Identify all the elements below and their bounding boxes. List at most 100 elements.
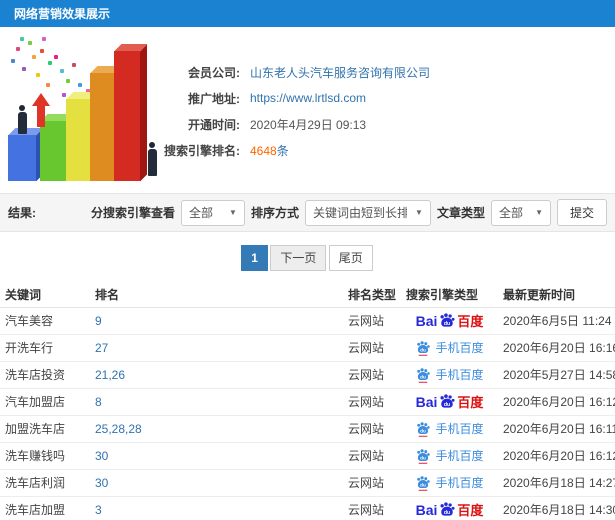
mobile-baidu-logo: du 手机百度 xyxy=(415,474,484,491)
svg-text:du: du xyxy=(444,401,450,407)
member-company-link[interactable]: 山东老人头汽车服务咨询有限公司 xyxy=(250,64,430,81)
engine-cell: du 手机百度 xyxy=(401,415,498,443)
mobile-baidu-paw-icon: du xyxy=(415,448,431,464)
mobile-baidu-paw-icon: du xyxy=(415,475,431,491)
mobile-baidu-paw-icon: du xyxy=(415,340,431,356)
open-time-label: 开通时间: xyxy=(188,117,240,132)
sort-select[interactable]: 关键词由短到长排序 ▼ xyxy=(304,199,431,226)
svg-text:du: du xyxy=(444,320,450,326)
bar-red xyxy=(114,51,140,181)
updated-header: 最新更新时间 xyxy=(498,283,615,308)
article-type-select[interactable]: 全部 ▼ xyxy=(490,199,551,226)
updated-cell: 2020年6月18日 14:30 xyxy=(498,496,615,520)
updated-cell: 2020年6月5日 11:24 xyxy=(498,307,615,335)
mobile-baidu-paw-icon: du xyxy=(415,367,431,383)
bar-green xyxy=(40,121,66,181)
mobile-baidu-logo: du 手机百度 xyxy=(415,447,484,464)
baidu-logo: Bai du 百度 xyxy=(415,393,484,411)
table-row: 加盟洗车店 25,28,28 云网站 du 手机百度 2020年6月20日 16:… xyxy=(0,415,615,443)
engine-filter-label: 分搜索引擎查看 xyxy=(90,206,175,220)
up-arrow-icon xyxy=(32,93,50,127)
info-section: 会员公司: 山东老人头汽车服务咨询有限公司 推广地址: https://www.… xyxy=(0,27,615,193)
next-page-button[interactable]: 下一页 xyxy=(270,245,327,271)
businessman-figure-left xyxy=(16,105,28,135)
table-row: 开洗车行 27 云网站 du 手机百度 2020年6月20日 16:16 xyxy=(0,334,615,362)
keyword-header: 关键词 xyxy=(0,283,90,308)
engine-cell: du 手机百度 xyxy=(401,334,498,362)
app-header: 网络营销效果展示 xyxy=(0,0,615,27)
updated-cell: 2020年6月20日 16:12 xyxy=(498,388,615,416)
page-1-button[interactable]: 1 xyxy=(241,245,268,271)
engine-cell: du 手机百度 xyxy=(401,361,498,389)
promo-url-link[interactable]: https://www.lrtlsd.com xyxy=(250,91,366,105)
rank-type-cell: 云网站 xyxy=(343,361,401,389)
rank-cell[interactable]: 3 xyxy=(90,496,343,520)
submit-button[interactable]: 提交 xyxy=(556,199,607,226)
updated-cell: 2020年6月20日 16:16 xyxy=(498,334,615,362)
rank-cell[interactable]: 21,26 xyxy=(90,361,343,389)
open-time-row: 开通时间: 2020年4月29日 09:13 xyxy=(150,111,430,137)
svg-text:du: du xyxy=(421,455,427,460)
engine-cell: du 手机百度 xyxy=(401,469,498,497)
filter-bar: 结果: 分搜索引擎查看 全部 ▼ 排序方式 关键词由短到长排序 ▼ 文章类型 全… xyxy=(0,193,615,232)
engine-cell: du 手机百度 xyxy=(401,442,498,470)
keyword-cell: 洗车店加盟 xyxy=(0,496,90,520)
bar-yellow xyxy=(66,99,91,181)
page-title: 网络营销效果展示 xyxy=(14,7,111,21)
baidu-paw-icon: du xyxy=(438,393,456,411)
rank-type-cell: 云网站 xyxy=(343,469,401,497)
ranking-count-label: 搜索引擎排名: xyxy=(164,143,240,158)
rank-cell[interactable]: 30 xyxy=(90,469,343,497)
rank-type-header: 排名类型 xyxy=(343,283,401,308)
updated-cell: 2020年6月20日 16:12 xyxy=(498,442,615,470)
rank-cell[interactable]: 9 xyxy=(90,307,343,335)
mobile-baidu-logo: du 手机百度 xyxy=(415,420,484,437)
table-header-row: 关键词 排名 排名类型 搜索引擎类型 最新更新时间 xyxy=(0,283,615,308)
rank-type-cell: 云网站 xyxy=(343,442,401,470)
keyword-cell: 洗车店利润 xyxy=(0,469,90,497)
marketing-chart-illustration xyxy=(2,31,168,189)
engine-type-header: 搜索引擎类型 xyxy=(401,283,498,308)
member-company-row: 会员公司: 山东老人头汽车服务咨询有限公司 xyxy=(150,59,430,85)
confetti-dots xyxy=(2,31,6,35)
engine-cell: Bai du 百度 xyxy=(401,307,498,335)
chevron-down-icon: ▼ xyxy=(415,208,423,217)
ranking-count-row: 搜索引擎排名: 4648条 xyxy=(150,137,430,163)
sort-label: 排序方式 xyxy=(250,206,299,220)
results-table: 关键词 排名 排名类型 搜索引擎类型 最新更新时间 汽车美容 9 云网站 Bai… xyxy=(0,283,615,520)
keyword-cell: 加盟洗车店 xyxy=(0,415,90,443)
table-row: 洗车店利润 30 云网站 du 手机百度 2020年6月18日 14:27 xyxy=(0,469,615,497)
last-page-button[interactable]: 尾页 xyxy=(328,245,373,271)
svg-text:du: du xyxy=(421,482,427,487)
chevron-down-icon: ▼ xyxy=(535,208,543,217)
rank-type-cell: 云网站 xyxy=(343,307,401,335)
updated-cell: 2020年6月20日 16:11 xyxy=(498,415,615,443)
engine-cell: Bai du 百度 xyxy=(401,496,498,520)
baidu-logo: Bai du 百度 xyxy=(415,312,484,330)
promo-url-row: 推广地址: https://www.lrtlsd.com xyxy=(150,85,430,111)
keyword-cell: 汽车加盟店 xyxy=(0,388,90,416)
rank-header: 排名 xyxy=(90,283,343,308)
bar-blue xyxy=(8,135,36,181)
engine-filter-select[interactable]: 全部 ▼ xyxy=(180,199,245,226)
baidu-paw-icon: du xyxy=(438,312,456,330)
baidu-logo: Bai du 百度 xyxy=(415,501,484,519)
rank-cell[interactable]: 27 xyxy=(90,334,343,362)
keyword-cell: 洗车赚钱吗 xyxy=(0,442,90,470)
rank-cell[interactable]: 25,28,28 xyxy=(90,415,343,443)
rank-type-cell: 云网站 xyxy=(343,415,401,443)
svg-text:du: du xyxy=(421,428,427,433)
bar-orange xyxy=(90,73,115,181)
promo-url-label: 推广地址: xyxy=(188,91,240,106)
mobile-baidu-logo: du 手机百度 xyxy=(415,366,484,383)
keyword-cell: 洗车店投资 xyxy=(0,361,90,389)
svg-text:du: du xyxy=(421,374,427,379)
rank-cell[interactable]: 8 xyxy=(90,388,343,416)
rank-cell[interactable]: 30 xyxy=(90,442,343,470)
company-info: 会员公司: 山东老人头汽车服务咨询有限公司 推广地址: https://www.… xyxy=(150,59,430,163)
result-label: 结果: xyxy=(8,206,36,220)
open-time-value: 2020年4月29日 09:13 xyxy=(250,117,367,132)
svg-text:du: du xyxy=(421,347,427,352)
rank-type-cell: 云网站 xyxy=(343,496,401,520)
chevron-down-icon: ▼ xyxy=(229,208,237,217)
